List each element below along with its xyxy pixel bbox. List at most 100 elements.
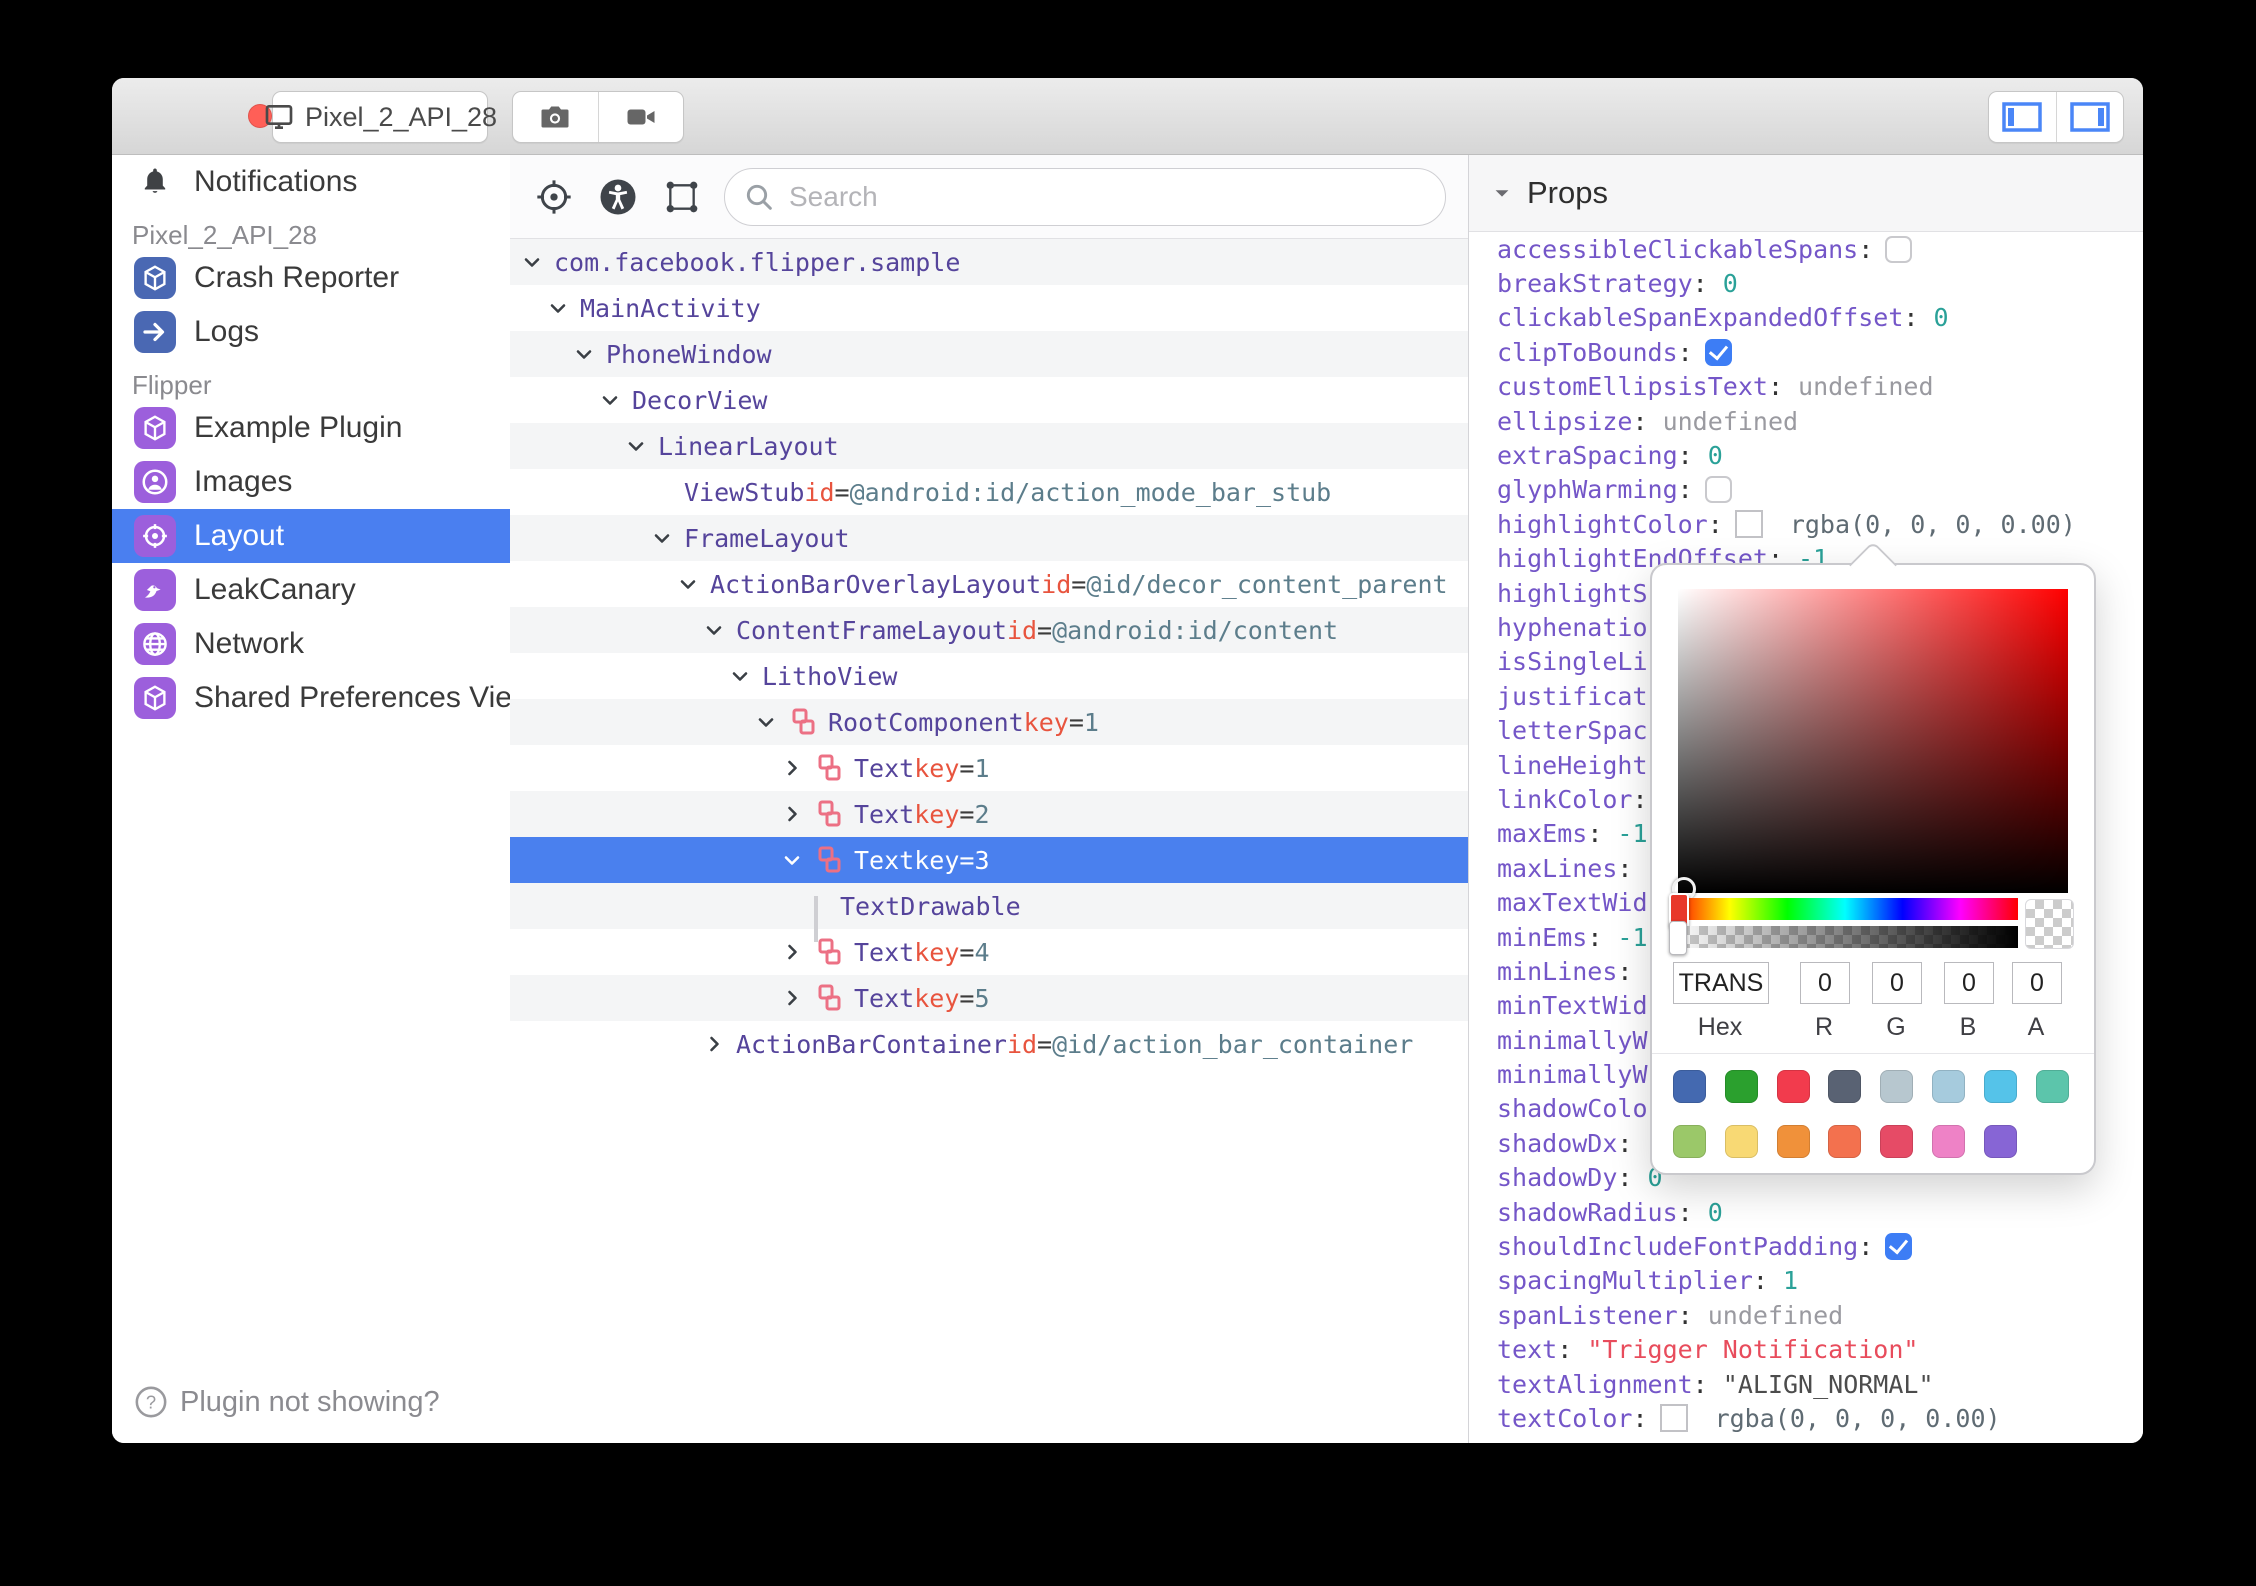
preset-color-swatch[interactable] <box>1673 1070 1706 1103</box>
sidebar-item-logs[interactable]: Logs <box>112 305 510 359</box>
screen-record-button[interactable] <box>597 92 684 142</box>
alpha-slider[interactable] <box>1669 921 2018 955</box>
chevron-down-icon[interactable] <box>546 296 580 320</box>
props-header[interactable]: Props <box>1469 155 2143 232</box>
tree-node-com.facebook.flipper.sample[interactable]: com.facebook.flipper.sample <box>510 239 1468 285</box>
preset-color-swatch[interactable] <box>2035 1070 2069 1103</box>
node-attr-value: @android:id/action_mode_bar_stub <box>849 477 1332 507</box>
device-selector-button[interactable]: Pixel_2_API_28 <box>265 91 497 143</box>
tree-node-actionbaroverlaylayout[interactable]: ActionBarOverlayLayout id = @id/decor_cont… <box>510 561 1468 607</box>
color-swatch-button[interactable] <box>1734 510 1763 539</box>
tree-node-mainactivity[interactable]: MainActivity <box>510 285 1468 331</box>
hex-input[interactable]: TRANS <box>1673 962 1769 1004</box>
color-swatch-button[interactable] <box>1659 1404 1688 1433</box>
tree-node-actionbarcontainer[interactable]: ActionBarContainer id = @id/action_bar_con… <box>510 1021 1468 1067</box>
alpha-input[interactable]: 0 <box>2012 962 2062 1004</box>
node-attr-value: @id/action_bar_container <box>1052 1029 1414 1059</box>
tree-node-textdrawable[interactable]: TextDrawable <box>510 883 1468 942</box>
sidebar-item-network[interactable]: Network <box>112 617 510 671</box>
chevron-down-icon[interactable] <box>650 526 684 550</box>
sidebar-item-leakcanary[interactable]: LeakCanary <box>112 563 510 617</box>
search-input[interactable] <box>787 179 1353 214</box>
prop-key: clipToBounds <box>1497 337 1678 367</box>
tree-node-text[interactable]: Text key = 5 <box>510 975 1468 1021</box>
preset-color-swatch[interactable] <box>1828 1125 1862 1158</box>
preset-color-swatch[interactable] <box>1673 1125 1706 1158</box>
prop-value-number: -1 <box>1602 819 1648 849</box>
color-preview-swatch <box>2025 899 2074 949</box>
chevron-down-icon[interactable] <box>676 572 710 596</box>
node-name: DecorView <box>632 385 768 415</box>
checkbox-checked[interactable] <box>1704 338 1732 366</box>
preset-color-swatch[interactable] <box>1724 1125 1758 1158</box>
toggle-left-panel-button[interactable] <box>1989 92 2056 142</box>
tree-node-framelayout[interactable]: FrameLayout <box>510 515 1468 561</box>
litho-component-icon <box>814 937 844 967</box>
chevron-down-icon[interactable] <box>780 848 814 872</box>
preset-color-swatch[interactable] <box>1880 1070 1914 1103</box>
preset-color-swatch[interactable] <box>1880 1125 1914 1158</box>
sidebar-item-shared-preferences-viewer[interactable]: Shared Preferences Viewer <box>112 671 510 725</box>
tree-node-text[interactable]: Text key = 4 <box>510 929 1468 975</box>
chevron-right-icon[interactable] <box>702 1032 736 1056</box>
prop-key: extraSpacing <box>1497 441 1678 471</box>
sidebar-item-images[interactable]: Images <box>112 455 510 509</box>
accessibility-mode-button[interactable] <box>598 177 638 217</box>
preset-color-swatch[interactable] <box>1724 1070 1758 1103</box>
chevron-down-icon[interactable] <box>702 618 736 642</box>
tree-node-linearlayout[interactable]: LinearLayout <box>510 423 1468 469</box>
prop-colon: : <box>1677 441 1693 471</box>
tree-node-lithoview[interactable]: LithoView <box>510 653 1468 699</box>
chevron-right-icon[interactable] <box>780 986 814 1010</box>
chevron-down-icon[interactable] <box>572 342 606 366</box>
sidebar-item-notifications[interactable]: Notifications <box>112 155 510 209</box>
node-attr-value: @id/decor_content_parent <box>1086 569 1448 599</box>
tree-node-viewstub[interactable]: ViewStub id = @android:id/action_mode_bar_… <box>510 469 1468 515</box>
hue-slider[interactable] <box>1669 893 2018 929</box>
preset-color-swatch[interactable] <box>1932 1070 1965 1103</box>
preset-color-swatch[interactable] <box>1776 1070 1810 1103</box>
chevron-down-icon[interactable] <box>754 710 788 734</box>
alpha-handle[interactable] <box>1669 921 1687 955</box>
plugin-help-link[interactable]: ? Plugin not showing? <box>134 1385 440 1419</box>
tree-node-decorview[interactable]: DecorView <box>510 377 1468 423</box>
preset-color-swatch[interactable] <box>1983 1070 2017 1103</box>
chevron-down-icon[interactable] <box>598 388 632 412</box>
sidebar-item-layout[interactable]: Layout <box>112 509 510 563</box>
tree-node-rootcomponent[interactable]: RootComponent key = 1 <box>510 699 1468 745</box>
checkbox-unchecked[interactable] <box>1704 476 1732 504</box>
tree-node-text[interactable]: Text key = 2 <box>510 791 1468 837</box>
prop-key: justificat <box>1497 681 1648 711</box>
green-input[interactable]: 0 <box>1872 962 1922 1004</box>
chevron-down-icon[interactable] <box>624 434 658 458</box>
preset-color-swatch[interactable] <box>1983 1125 2017 1158</box>
tree-node-phonewindow[interactable]: PhoneWindow <box>510 331 1468 377</box>
tree-node-text[interactable]: Text key = 3 <box>510 837 1468 883</box>
sidebar-item-example-plugin[interactable]: Example Plugin <box>112 401 510 455</box>
preset-color-swatch[interactable] <box>1932 1125 1965 1158</box>
litho-component-icon <box>788 707 818 737</box>
select-element-button[interactable] <box>662 177 702 217</box>
saturation-value-area[interactable] <box>1672 589 2068 901</box>
checkbox-unchecked[interactable] <box>1885 235 1913 263</box>
blue-input[interactable]: 0 <box>1944 962 1994 1004</box>
search-icon <box>743 181 775 213</box>
chevron-down-icon[interactable] <box>728 664 762 688</box>
chevron-right-icon[interactable] <box>780 756 814 780</box>
node-attr-key: key <box>914 983 960 1013</box>
chevron-right-icon[interactable] <box>780 940 814 964</box>
chevron-down-icon[interactable] <box>520 250 554 274</box>
sidebar-item-crash-reporter[interactable]: Crash Reporter <box>112 251 510 305</box>
alpha-gradient <box>1672 926 2018 948</box>
tree-node-text[interactable]: Text key = 1 <box>510 745 1468 791</box>
checkbox-checked[interactable] <box>1885 1233 1913 1261</box>
red-input[interactable]: 0 <box>1800 962 1850 1004</box>
tree-node-contentframelayout[interactable]: ContentFrameLayout id = @android:id/conten… <box>510 607 1468 653</box>
preset-color-swatch[interactable] <box>1828 1070 1862 1103</box>
preset-color-swatch[interactable] <box>1776 1125 1810 1158</box>
screenshot-button[interactable] <box>513 92 598 142</box>
toggle-right-panel-button[interactable] <box>2055 92 2124 142</box>
target-mode-button[interactable] <box>534 177 574 217</box>
chevron-right-icon[interactable] <box>780 802 814 826</box>
plugin-help-label: Plugin not showing? <box>180 1385 440 1418</box>
